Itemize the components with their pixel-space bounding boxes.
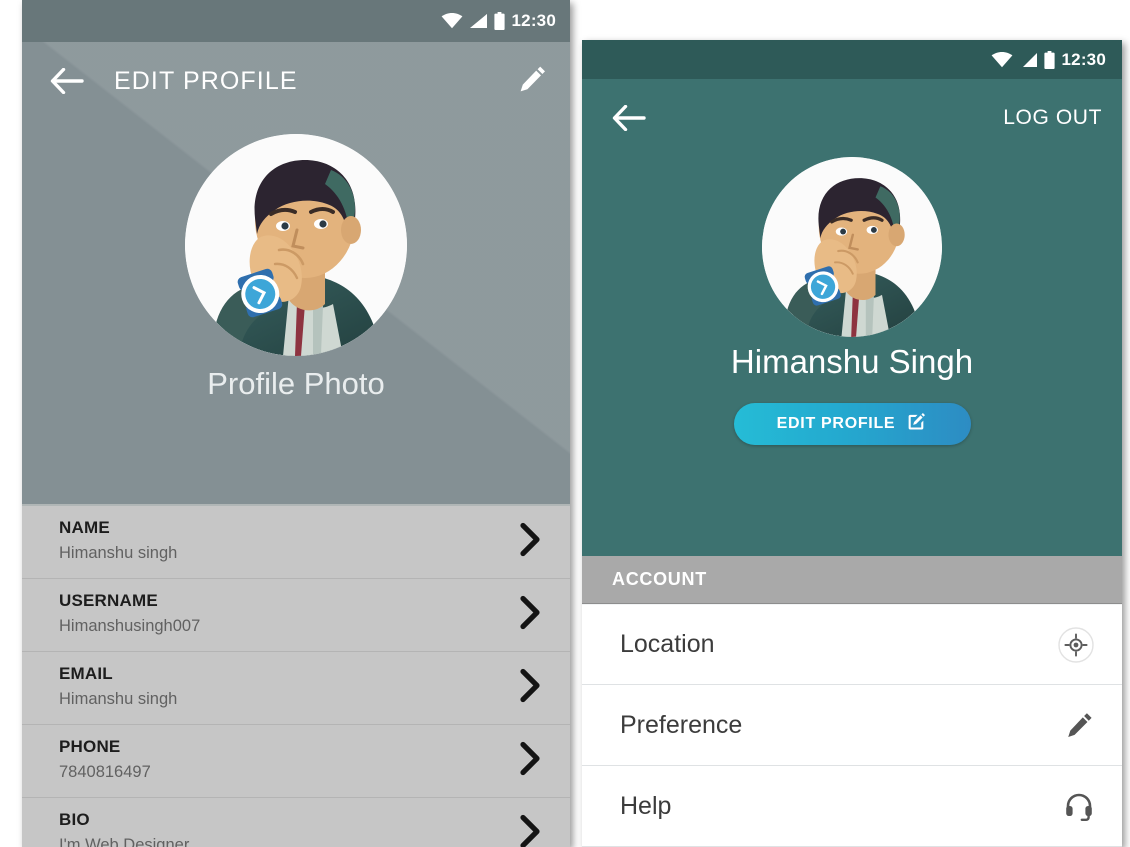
table-row[interactable]: USERNAME Himanshusingh007	[22, 579, 570, 652]
edit-profile-screen: 12:30 EDIT PROFILE Profile Photo NAME Hi…	[22, 0, 570, 847]
field-value: 7840816497	[59, 763, 151, 781]
chevron-right-icon[interactable]	[519, 522, 542, 562]
right-profile-block: Himanshu Singh EDIT PROFILE	[582, 157, 1122, 445]
profile-photo-image	[185, 134, 407, 356]
wifi-icon	[441, 13, 462, 29]
table-row[interactable]: EMAIL Himanshu singh	[22, 652, 570, 725]
section-header-account: ACCOUNT	[582, 556, 1122, 604]
signal-icon	[1022, 52, 1037, 67]
left-status-bar: 12:30	[22, 0, 570, 42]
status-icons	[441, 12, 505, 30]
field-value: I'm Web Designer	[59, 836, 190, 847]
table-row[interactable]: PHONE 7840816497	[22, 725, 570, 798]
back-arrow-icon[interactable]	[50, 68, 84, 94]
field-label: PHONE	[59, 737, 121, 756]
status-time: 12:30	[511, 11, 556, 30]
table-row[interactable]: NAME Himanshu singh	[22, 506, 570, 579]
avatar[interactable]	[185, 134, 407, 356]
chevron-right-icon[interactable]	[519, 668, 542, 708]
page-title: EDIT PROFILE	[114, 66, 298, 95]
chevron-right-icon[interactable]	[519, 595, 542, 635]
field-value: Himanshu singh	[59, 690, 178, 708]
list-item[interactable]: Help	[582, 766, 1122, 847]
field-value: Himanshusingh007	[59, 617, 201, 635]
edit-profile-button-label: EDIT PROFILE	[776, 415, 896, 432]
field-label: NAME	[59, 518, 110, 537]
right-header: LOG OUT Himanshu Singh EDIT PROFILE	[582, 79, 1122, 556]
logout-button[interactable]: LOG OUT	[1003, 106, 1102, 130]
wifi-icon	[991, 51, 1012, 67]
status-time: 12:30	[1061, 49, 1106, 69]
edit-square-icon	[906, 411, 927, 437]
left-profile-block: Profile Photo	[22, 134, 570, 402]
profile-fields-list: NAME Himanshu singh USERNAME Himanshusin…	[22, 504, 570, 847]
battery-icon	[493, 12, 505, 30]
list-item-label: Location	[620, 630, 715, 658]
section-title: ACCOUNT	[612, 569, 707, 589]
field-label: BIO	[59, 810, 90, 829]
right-app-bar: LOG OUT	[582, 79, 1122, 157]
list-item-label: Help	[620, 791, 672, 820]
left-header: EDIT PROFILE Profile Photo	[22, 42, 570, 504]
list-item-label: Preference	[620, 710, 743, 739]
chevron-right-icon[interactable]	[519, 814, 542, 847]
right-status-bar: 12:30	[582, 40, 1122, 79]
pencil-icon[interactable]	[1066, 711, 1094, 739]
pencil-icon[interactable]	[518, 64, 548, 99]
table-row[interactable]: BIO I'm Web Designer	[22, 798, 570, 847]
battery-icon	[1043, 50, 1055, 69]
left-app-bar: EDIT PROFILE	[22, 42, 570, 120]
back-arrow-icon[interactable]	[612, 105, 646, 131]
status-icons	[991, 50, 1055, 69]
profile-photo-image	[762, 157, 942, 337]
account-settings-list: Location Preference Help Privacy	[582, 604, 1122, 847]
gps-target-icon[interactable]	[1058, 626, 1094, 663]
list-item[interactable]: Location	[582, 604, 1122, 685]
chevron-right-icon[interactable]	[519, 741, 542, 781]
list-item[interactable]: Preference	[582, 685, 1122, 766]
field-value: Himanshu singh	[59, 544, 178, 562]
avatar[interactable]	[762, 157, 942, 337]
field-label: USERNAME	[59, 591, 158, 610]
profile-screen: 12:30 LOG OUT Himanshu Singh EDIT PROFIL…	[582, 40, 1122, 847]
profile-name: Himanshu Singh	[730, 343, 974, 380]
field-label: EMAIL	[59, 664, 113, 683]
edit-profile-button[interactable]: EDIT PROFILE	[733, 403, 971, 445]
signal-icon	[469, 14, 487, 28]
headset-icon[interactable]	[1064, 791, 1094, 821]
profile-photo-caption: Profile Photo	[207, 366, 385, 401]
